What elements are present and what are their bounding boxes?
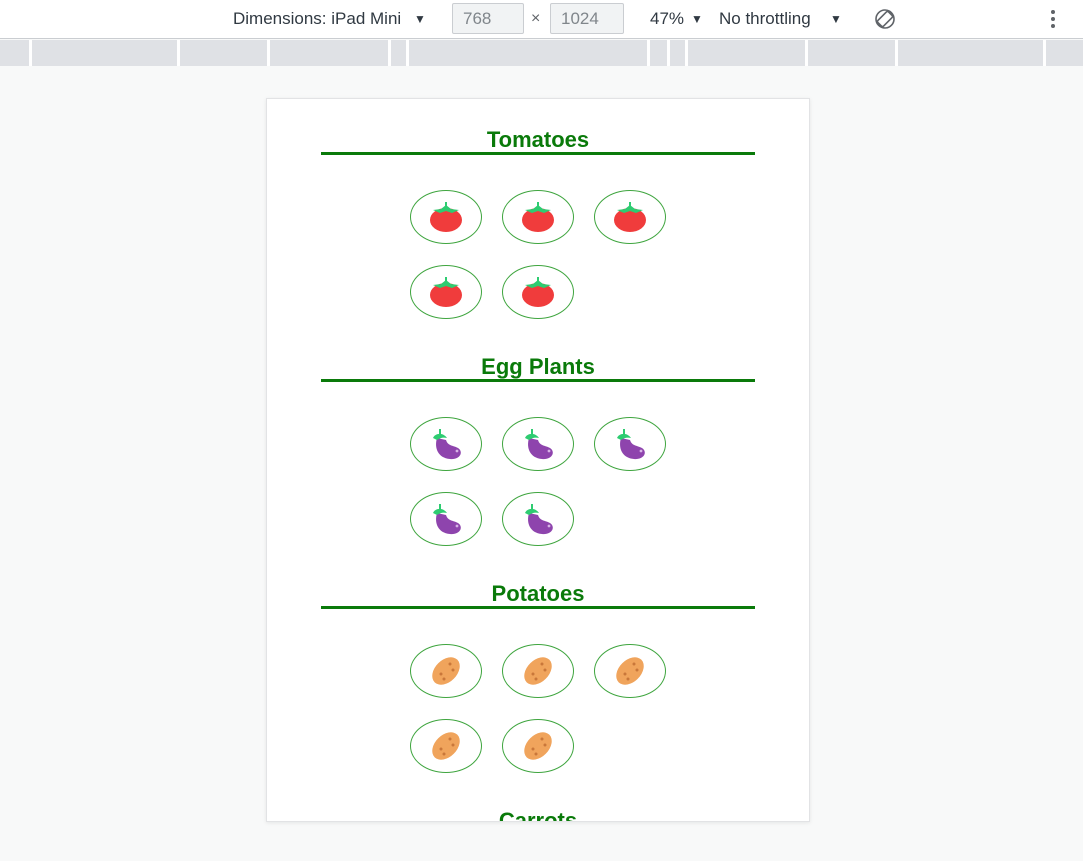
potato-icon: [524, 657, 552, 685]
vegetable-item[interactable]: [594, 644, 666, 698]
vegetable-item[interactable]: [410, 644, 482, 698]
viewport-width-input[interactable]: [452, 3, 524, 34]
section-divider: [321, 606, 755, 609]
eggplant-icon: [433, 504, 461, 535]
eggplant-icon: [433, 429, 461, 460]
vegetable-item[interactable]: [502, 492, 574, 546]
section-divider: [321, 152, 755, 155]
zoom-dropdown-icon[interactable]: ▼: [691, 12, 703, 26]
device-toolbar: Dimensions: iPad Mini ▼ × 47% ▼ No throt…: [0, 0, 1083, 39]
zoom-select[interactable]: 47%: [650, 9, 684, 29]
section-title-egg-plants: Egg Plants: [481, 354, 595, 379]
potato-icon: [432, 732, 460, 760]
vegetable-item[interactable]: [502, 719, 574, 773]
eggplant-icon: [525, 504, 553, 535]
vegetable-item[interactable]: [410, 719, 482, 773]
eggplant-icon: [617, 429, 645, 460]
vegetable-item[interactable]: [502, 417, 574, 471]
throttling-select[interactable]: No throttling: [719, 9, 811, 29]
vegetable-item[interactable]: [594, 417, 666, 471]
dimensions-dropdown-icon[interactable]: ▼: [414, 12, 426, 26]
section-title-potatoes: Potatoes: [491, 581, 585, 606]
throttling-dropdown-icon[interactable]: ▼: [830, 12, 842, 26]
vegetable-item[interactable]: [410, 492, 482, 546]
tomato-icon: [430, 202, 462, 232]
tomato-icon: [614, 202, 646, 232]
tomato-icon: [522, 202, 554, 232]
tomato-icon: [430, 277, 462, 307]
vegetable-item[interactable]: [410, 265, 482, 319]
device-dimensions-select[interactable]: Dimensions: iPad Mini: [233, 9, 401, 29]
media-query-bar[interactable]: [0, 40, 1083, 66]
vegetable-item[interactable]: [410, 417, 482, 471]
potato-icon: [524, 732, 552, 760]
rotate-icon[interactable]: [874, 8, 896, 30]
potato-icon: [616, 657, 644, 685]
section-title-carrots: Carrots: [498, 808, 578, 822]
vegetable-item[interactable]: [502, 265, 574, 319]
vegetable-item[interactable]: [594, 190, 666, 244]
dimension-separator: ×: [531, 10, 541, 27]
section-divider: [321, 379, 755, 382]
vegetable-item[interactable]: [502, 644, 574, 698]
tomato-icon: [522, 277, 554, 307]
device-viewport: Tomatoes Egg Plants Potatoes Carrots: [266, 98, 810, 822]
vegetable-item[interactable]: [502, 190, 574, 244]
vegetable-item[interactable]: [410, 190, 482, 244]
more-options-icon[interactable]: [1050, 10, 1056, 30]
potato-icon: [432, 657, 460, 685]
eggplant-icon: [525, 429, 553, 460]
section-title-tomatoes: Tomatoes: [486, 127, 590, 152]
viewport-height-input[interactable]: [550, 3, 624, 34]
